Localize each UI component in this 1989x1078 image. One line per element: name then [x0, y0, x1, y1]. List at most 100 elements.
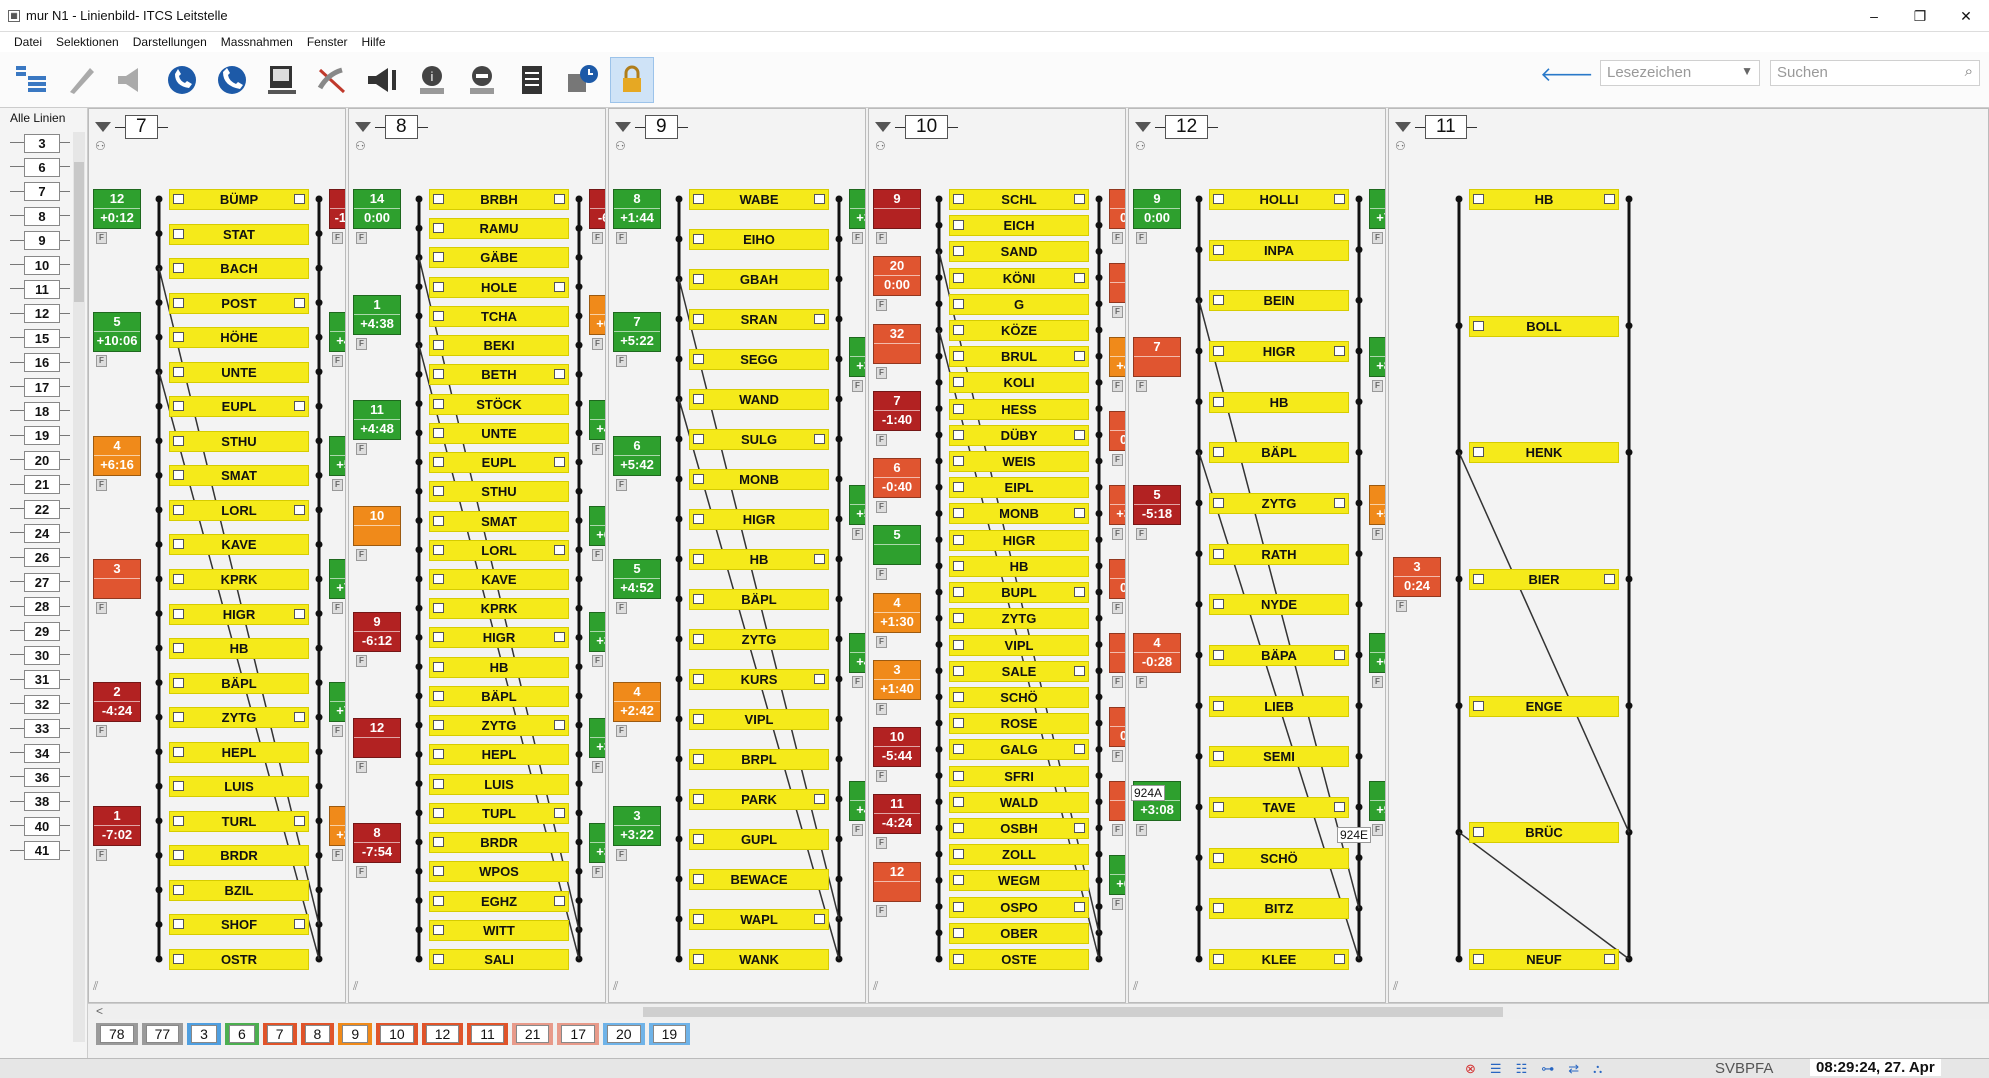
stop-label[interactable]: TUPL [429, 802, 569, 824]
stop-label[interactable]: BETH [429, 364, 569, 386]
stop-label[interactable]: ENGE [1469, 695, 1619, 717]
vehicle-badge[interactable]: 3 +3:22 F [613, 805, 661, 861]
vehicle-badge[interactable]: 10+3:28 F [849, 337, 865, 392]
vehicle-badge[interactable]: 2+4:28 F [849, 781, 865, 836]
vehicle-badge[interactable]: 10-11:16 F [329, 189, 345, 244]
vehicle-badge[interactable]: 4 -0:28 F [1133, 633, 1181, 688]
stop-label[interactable]: EICH [949, 215, 1089, 237]
line-item[interactable]: 20 [10, 449, 70, 471]
line-item[interactable]: 9 [10, 230, 70, 252]
vehicle-badge[interactable]: 7+5:00 F [329, 435, 345, 491]
line-item[interactable]: 11 [10, 278, 70, 300]
stop-label[interactable]: ZYTG [169, 707, 309, 729]
stop-label[interactable]: HENK [1469, 442, 1619, 464]
stop-label[interactable]: NEUF [1469, 949, 1619, 970]
stop-label[interactable]: HOLE [429, 276, 569, 298]
vehicle-badge[interactable]: 9 0:00 F [1133, 189, 1181, 244]
stop-label[interactable]: EIHO [689, 229, 829, 250]
stop-label[interactable]: WALD [949, 791, 1089, 813]
stop-label[interactable]: HB [429, 656, 569, 678]
clipboard-button[interactable] [510, 57, 554, 103]
stop-label[interactable]: SAND [949, 241, 1089, 263]
search-input[interactable]: Suchen ⌕ [1770, 60, 1980, 86]
stop-label[interactable]: OSPO [949, 896, 1089, 918]
network-icon[interactable]: ⊶ [1541, 1061, 1554, 1077]
stop-label[interactable]: TCHA [429, 305, 569, 327]
vehicle-marker[interactable]: 924E [1337, 827, 1372, 843]
vehicle-badge[interactable]: 9+7:40 F [329, 682, 345, 738]
vehicle-badge[interactable]: 1+5:24 F [1369, 485, 1385, 540]
stop-label[interactable]: WEIS [949, 451, 1089, 473]
stop-label[interactable]: WABE [689, 189, 829, 210]
stop-label[interactable]: WPOS [429, 861, 569, 883]
stop-label[interactable]: HEPL [169, 741, 309, 763]
menu-fenster[interactable]: Fenster [307, 35, 348, 49]
line-item[interactable]: 26 [10, 547, 70, 569]
stop-label[interactable]: BÄPL [1209, 442, 1349, 464]
stop-label[interactable]: ROSE [949, 713, 1089, 735]
stop-label[interactable]: SRAN [689, 309, 829, 330]
stop-label[interactable]: HB [1209, 391, 1349, 413]
vehicle-badge[interactable]: 12 +0:12 F [93, 189, 141, 244]
vehicle-badge[interactable]: 3F [93, 559, 141, 614]
stop-label[interactable]: BACH [169, 258, 309, 280]
tab-line[interactable]: 10 [376, 1023, 418, 1045]
stop-label[interactable]: HIGR [949, 529, 1089, 551]
line-item[interactable]: 33 [10, 718, 70, 740]
tab-line[interactable]: 7 [262, 1023, 297, 1045]
stop-label[interactable]: SMAT [169, 465, 309, 487]
vehicle-badge[interactable]: 11+5:18 F [849, 485, 865, 540]
vehicle-badge[interactable]: 12 F [873, 861, 921, 917]
vehicle-badge[interactable]: 16+3:18 F [1109, 485, 1125, 540]
terminal-button[interactable] [260, 57, 304, 103]
line-item[interactable]: 29 [10, 620, 70, 642]
vehicle-badge[interactable]: 11+2:38 F [329, 805, 345, 861]
announce-button[interactable] [360, 57, 404, 103]
vehicle-badge[interactable]: 4 +2:42 F [613, 682, 661, 738]
vehicle-badge[interactable]: 6 +5:42 F [613, 435, 661, 491]
stop-label[interactable]: SMAT [429, 510, 569, 532]
stop-label[interactable]: EUPL [169, 396, 309, 418]
stop-label[interactable]: BÄPL [689, 589, 829, 610]
tab-line[interactable]: 20 [603, 1023, 645, 1045]
vehicle-badge[interactable]: 7-6:24 F [589, 189, 605, 244]
line-item[interactable]: 31 [10, 669, 70, 691]
vehicle-badge[interactable]: 28 F [1109, 633, 1125, 688]
stop-label[interactable]: STÖCK [429, 393, 569, 415]
stop-label[interactable]: BUPL [949, 582, 1089, 604]
scroll-left-icon[interactable]: < [96, 1004, 103, 1018]
vehicle-badge[interactable]: 3 +1:40 F [873, 659, 921, 715]
menu-massnahmen[interactable]: Massnahmen [221, 35, 293, 49]
vehicle-badge[interactable]: 7 -1:40 F [873, 390, 921, 446]
phone-button[interactable] [160, 57, 204, 103]
line-item[interactable]: 10 [10, 254, 70, 276]
vehicle-badge[interactable]: 8 -7:54 F [353, 823, 401, 879]
line-item[interactable]: 28 [10, 596, 70, 618]
line-item[interactable]: 22 [10, 498, 70, 520]
stop-label[interactable]: BRÜC [1469, 822, 1619, 844]
stop-label[interactable]: LUIS [429, 773, 569, 795]
menu-darstellungen[interactable]: Darstellungen [133, 35, 207, 49]
stop-label[interactable]: SULG [689, 429, 829, 450]
line-item[interactable]: 34 [10, 742, 70, 764]
stop-label[interactable]: WITT [429, 919, 569, 941]
menu-selektionen[interactable]: Selektionen [56, 35, 119, 49]
tab-line[interactable]: 6 [224, 1023, 259, 1045]
stop-label[interactable]: GUPL [689, 829, 829, 850]
tab-line[interactable]: 77 [141, 1023, 184, 1045]
stop-label[interactable]: BÄPL [169, 672, 309, 694]
stop-label[interactable]: GÄBE [429, 247, 569, 269]
vehicle-badge[interactable]: 7F [1133, 337, 1181, 392]
lock-button[interactable] [610, 56, 654, 103]
stop-label[interactable]: STAT [169, 223, 309, 245]
sidebar-scrollbar[interactable] [73, 132, 85, 1042]
stop-label[interactable]: BOLL [1469, 315, 1619, 337]
line-item[interactable]: 19 [10, 425, 70, 447]
stop-label[interactable]: SALI [429, 949, 569, 970]
tab-line[interactable]: 21 [511, 1023, 554, 1045]
stop-label[interactable]: KAVE [169, 534, 309, 556]
line-item[interactable]: 3 [10, 132, 70, 154]
vehicle-badge[interactable]: 14 0:00 F [353, 189, 401, 244]
stop-label[interactable]: PARK [689, 789, 829, 810]
line-item[interactable]: 16 [10, 352, 70, 374]
